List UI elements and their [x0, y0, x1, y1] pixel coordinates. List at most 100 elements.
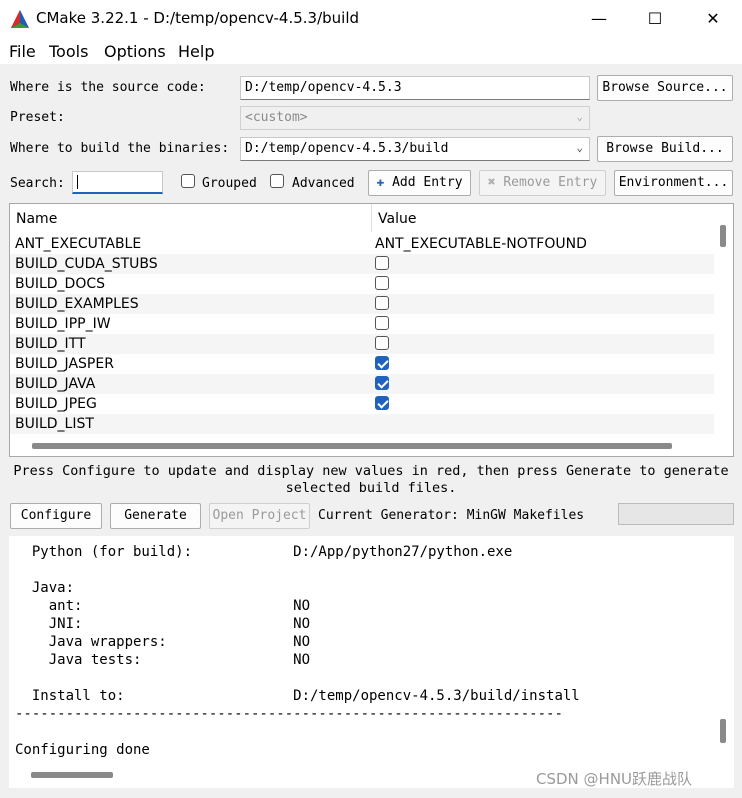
table-row[interactable]: BUILD_LIST — [10, 414, 714, 434]
chevron-down-icon: ⌄ — [576, 141, 583, 154]
cell-name: BUILD_DOCS — [15, 276, 106, 292]
minimize-button[interactable]: — — [570, 0, 628, 38]
output-line: Python (for build): D:/App/python27/pyth… — [15, 544, 513, 560]
menu-file[interactable]: File — [9, 42, 36, 61]
output-log: Python (for build): D:/App/python27/pyth… — [9, 536, 734, 788]
source-path-value: D:/temp/opencv-4.5.3 — [245, 80, 402, 95]
output-line: ant: NO — [15, 598, 311, 614]
table-row[interactable]: BUILD_JASPER — [10, 354, 714, 374]
output-line: Java: — [15, 580, 75, 596]
table-row[interactable]: BUILD_EXAMPLES — [10, 294, 714, 314]
output-line: Java wrappers: NO — [15, 634, 311, 650]
checkbox-checked[interactable] — [375, 376, 389, 390]
close-button[interactable]: ✕ — [684, 0, 742, 38]
preset-value: <custom> — [245, 110, 308, 125]
source-path-input[interactable]: D:/temp/opencv-4.5.3 — [240, 76, 590, 100]
output-vertical-scrollbar[interactable] — [720, 719, 726, 743]
progress-bar — [618, 503, 734, 525]
build-path-value: D:/temp/opencv-4.5.3/build — [245, 141, 449, 156]
table-row[interactable]: BUILD_JAVA — [10, 374, 714, 394]
cell-checkbox[interactable] — [375, 374, 389, 394]
cell-name: BUILD_EXAMPLES — [15, 296, 139, 312]
cell-name: ANT_EXECUTABLE — [15, 236, 142, 252]
column-header-value[interactable]: Value — [372, 204, 717, 232]
preset-select[interactable]: <custom> ⌄ — [240, 106, 590, 130]
cache-table: Name Value ANT_EXECUTABLE ANT_EXECUTABLE-… — [9, 203, 734, 457]
output-line: Java tests: NO — [15, 652, 311, 668]
cell-checkbox[interactable] — [375, 314, 389, 334]
remove-icon: ✖ — [487, 175, 496, 190]
search-label: Search: — [10, 176, 65, 191]
cell-checkbox[interactable] — [375, 334, 389, 354]
column-header-name[interactable]: Name — [10, 204, 372, 232]
table-row[interactable]: BUILD_IPP_IW — [10, 314, 714, 334]
cell-name: BUILD_LIST — [15, 416, 94, 432]
watermark: CSDN @HNU跃鹿战队 — [536, 770, 693, 788]
cell-name: BUILD_JPEG — [15, 396, 97, 412]
cell-checkbox[interactable] — [375, 294, 389, 314]
configure-hint: Press Configure to update and display ne… — [10, 463, 732, 497]
browse-source-button[interactable]: Browse Source... — [597, 75, 733, 101]
checkbox-unchecked[interactable] — [375, 276, 389, 290]
table-row[interactable]: BUILD_CUDA_STUBS — [10, 254, 714, 274]
window-title: CMake 3.22.1 - D:/temp/opencv-4.5.3/buil… — [36, 9, 360, 27]
hint-line-2: selected build files. — [285, 480, 457, 496]
table-vertical-scrollbar[interactable] — [720, 225, 726, 247]
cell-name: BUILD_CUDA_STUBS — [15, 256, 158, 272]
open-project-button[interactable]: Open Project — [209, 503, 310, 529]
text-cursor — [77, 175, 78, 189]
table-row[interactable]: BUILD_JPEG — [10, 394, 714, 414]
checkbox-checked[interactable] — [375, 356, 389, 370]
table-row[interactable]: BUILD_DOCS — [10, 274, 714, 294]
grouped-label: Grouped — [202, 176, 257, 191]
output-line: JNI: NO — [15, 616, 311, 632]
current-generator: Current Generator: MinGW Makefiles — [318, 508, 585, 523]
grouped-checkbox[interactable] — [181, 174, 195, 190]
checkbox-unchecked[interactable] — [375, 336, 389, 350]
maximize-button[interactable]: ☐ — [626, 0, 684, 38]
checkbox-checked[interactable] — [375, 396, 389, 410]
output-line: Configuring done — [15, 742, 150, 758]
cell-checkbox[interactable] — [375, 254, 389, 274]
checkbox-unchecked[interactable] — [375, 296, 389, 310]
remove-entry-button[interactable]: ✖ Remove Entry — [479, 170, 606, 196]
add-entry-label: Add Entry — [392, 175, 463, 190]
configure-button[interactable]: Configure — [10, 503, 102, 529]
cell-name: BUILD_JASPER — [15, 356, 114, 372]
plus-icon: ✚ — [376, 175, 385, 190]
checkbox-unchecked[interactable] — [375, 256, 389, 270]
advanced-checkbox[interactable] — [270, 174, 284, 190]
cell-value[interactable]: ANT_EXECUTABLE-NOTFOUND — [375, 234, 587, 254]
build-label: Where to build the binaries: — [10, 141, 230, 156]
cell-checkbox[interactable] — [375, 354, 389, 374]
cell-name: BUILD_IPP_IW — [15, 316, 111, 332]
remove-entry-label: Remove Entry — [503, 175, 598, 190]
cell-name: BUILD_ITT — [15, 336, 86, 352]
add-entry-button[interactable]: ✚ Add Entry — [368, 170, 471, 196]
chevron-down-icon: ⌄ — [576, 110, 583, 123]
source-label: Where is the source code: — [10, 80, 206, 95]
menu-tools[interactable]: Tools — [49, 42, 88, 61]
preset-label: Preset: — [10, 110, 65, 125]
table-row[interactable]: ANT_EXECUTABLE ANT_EXECUTABLE-NOTFOUND — [10, 234, 714, 254]
menu-options[interactable]: Options — [104, 42, 166, 61]
table-horizontal-scrollbar[interactable] — [32, 443, 672, 449]
browse-build-button[interactable]: Browse Build... — [597, 136, 733, 162]
table-row[interactable]: BUILD_ITT — [10, 334, 714, 354]
hint-line-1: Press Configure to update and display ne… — [13, 463, 729, 479]
title-bar: CMake 3.22.1 - D:/temp/opencv-4.5.3/buil… — [0, 0, 742, 38]
cell-checkbox[interactable] — [375, 274, 389, 294]
build-path-select[interactable]: D:/temp/opencv-4.5.3/build ⌄ — [240, 137, 590, 161]
advanced-label: Advanced — [292, 176, 355, 191]
output-line: ----------------------------------------… — [15, 706, 563, 722]
environment-button[interactable]: Environment... — [614, 170, 733, 196]
menu-help[interactable]: Help — [178, 42, 214, 61]
output-horizontal-scrollbar[interactable] — [31, 772, 113, 778]
search-input[interactable] — [72, 171, 163, 194]
checkbox-unchecked[interactable] — [375, 316, 389, 330]
cell-checkbox[interactable] — [375, 394, 389, 414]
generate-button[interactable]: Generate — [110, 503, 201, 529]
cell-name: BUILD_JAVA — [15, 376, 96, 392]
menu-bar: File Tools Options Help — [0, 38, 742, 64]
cmake-logo-icon — [11, 10, 29, 28]
